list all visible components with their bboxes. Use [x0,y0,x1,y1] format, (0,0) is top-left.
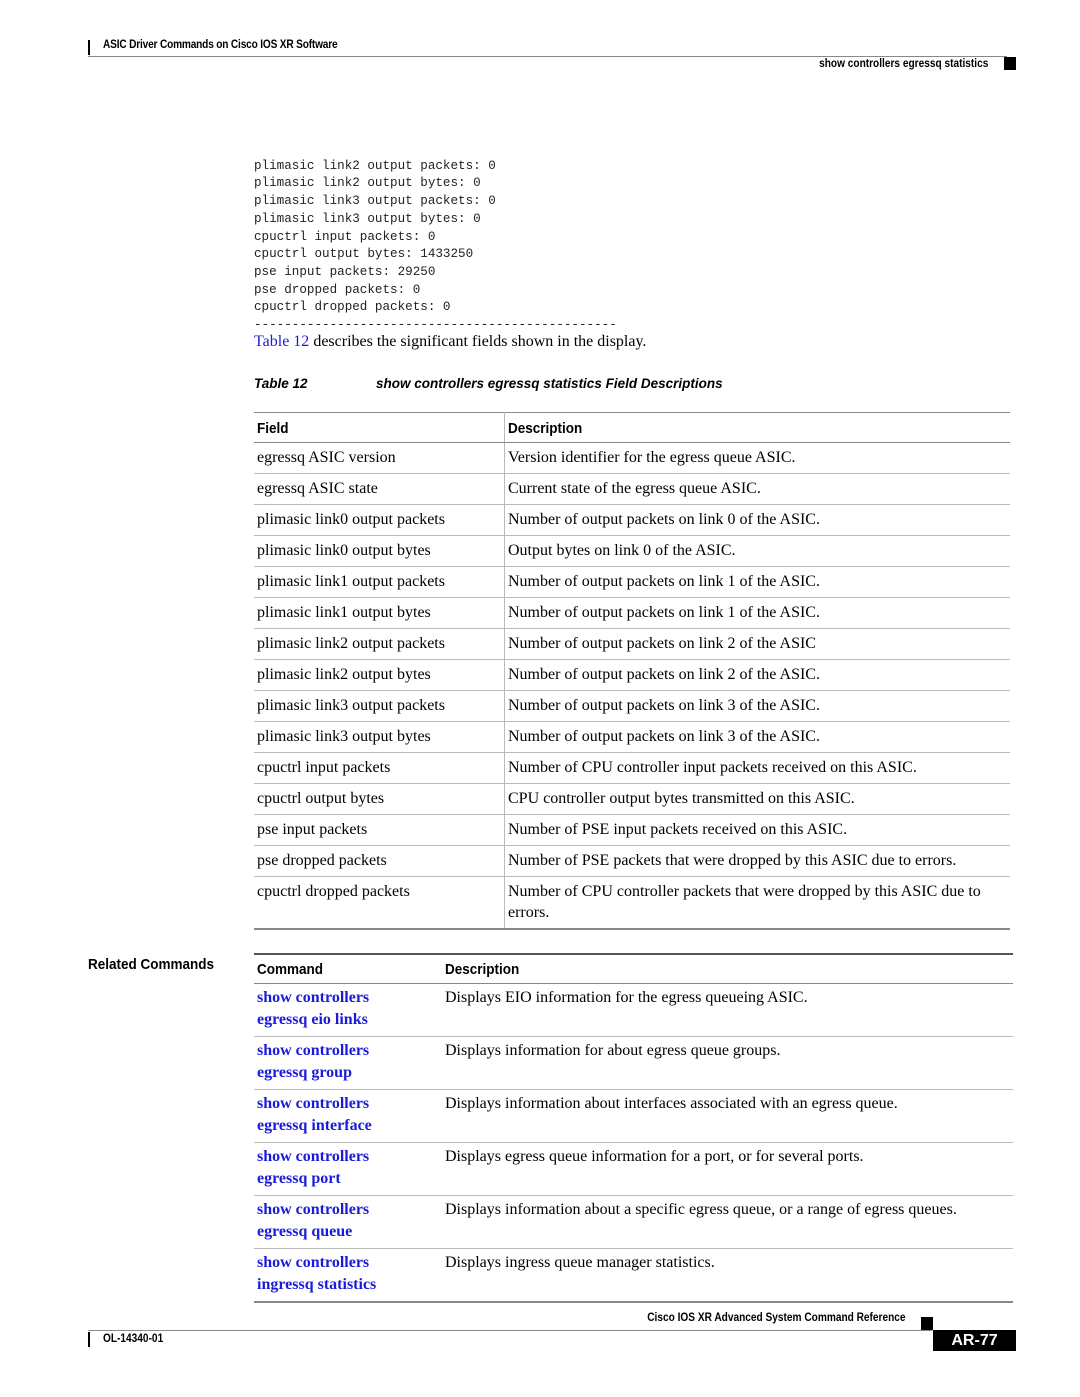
field-cell: plimasic link1 output packets [254,566,505,598]
field-cell: egressq ASIC state [254,473,505,505]
code-line: plimasic link2 output packets: 0 [254,158,496,173]
description-cell: Number of PSE input packets received on … [504,814,1010,846]
description-cell: Number of output packets on link 3 of th… [504,690,1010,722]
command-link-egressq-queue[interactable]: show controllers egressq queue [254,1195,442,1249]
table-row: egressq ASIC version Version identifier f… [254,442,1010,474]
header-rule [88,56,1007,57]
command-description: Displays information about interfaces as… [442,1089,1013,1143]
table-row: plimasic link2 output bytes Number of out… [254,659,1010,691]
table-row: plimasic link2 output packets Number of o… [254,628,1010,660]
command-link-egressq-port[interactable]: show controllers egressq port [254,1142,442,1196]
table-row: plimasic link1 output packets Number of o… [254,566,1010,598]
intro-paragraph: Table 12 describes the significant field… [254,333,646,351]
description-cell: Version identifier for the egress queue … [504,442,1010,474]
command-description: Displays EIO information for the egress … [442,983,1013,1037]
table-caption-title: show controllers egressq statistics Fiel… [376,376,723,391]
table-row: pse dropped packets Number of PSE packets… [254,845,1010,877]
description-cell: Number of output packets on link 1 of th… [504,566,1010,598]
code-line: pse input packets: 29250 [254,264,436,279]
code-line: cpuctrl dropped packets: 0 [254,300,451,315]
column-header-description: Description [442,953,1013,984]
field-cell: pse input packets [254,814,505,846]
field-cell: plimasic link2 output packets [254,628,505,660]
description-cell: Number of PSE packets that were dropped … [504,845,1010,877]
table-12-link[interactable]: Table 12 [254,333,309,350]
field-cell: plimasic link3 output bytes [254,721,505,753]
table-caption-number: Table 12 [254,376,308,391]
table-header-row: Field Description [254,412,1010,443]
code-line: cpuctrl input packets: 0 [254,229,436,244]
field-cell: plimasic link2 output bytes [254,659,505,691]
command-link-ingressq-statistics[interactable]: show controllers ingressq statistics [254,1248,442,1303]
command-description: Displays egress queue information for a … [442,1142,1013,1196]
table-row: plimasic link3 output bytes Number of out… [254,721,1010,753]
table-row: pse input packets Number of PSE input pac… [254,814,1010,846]
intro-text: describes the significant fields shown i… [309,333,647,350]
description-cell: Number of CPU controller input packets r… [504,752,1010,784]
command-description: Displays information for about egress qu… [442,1036,1013,1090]
description-cell: Number of output packets on link 0 of th… [504,504,1010,536]
description-cell: Output bytes on link 0 of the ASIC. [504,535,1010,567]
field-cell: cpuctrl output bytes [254,783,505,815]
related-commands-label: Related Commands [88,956,215,973]
table-row: cpuctrl dropped packets Number of CPU con… [254,876,1010,930]
document-number: OL-14340-01 [103,1333,164,1345]
description-cell: CPU controller output bytes transmitted … [504,783,1010,815]
related-command-row: show controllers egressq queue Displays i… [254,1195,1013,1249]
column-header-field: Field [254,412,505,443]
description-cell: Number of CPU controller packets that we… [504,876,1010,930]
table-row: plimasic link0 output bytes Output bytes … [254,535,1010,567]
column-header-command: Command [254,953,442,984]
table-row: plimasic link3 output packets Number of o… [254,690,1010,722]
command-description: Displays ingress queue manager statistic… [442,1248,1013,1303]
related-commands-table: Command Description show controllers egre… [254,953,1013,1303]
column-header-description: Description [504,412,1010,443]
chapter-title: ASIC Driver Commands on Cisco IOS XR Sof… [103,39,338,51]
book-title: Cisco IOS XR Advanced System Command Ref… [647,1312,906,1324]
code-line: pse dropped packets: 0 [254,282,421,297]
command-description: Displays information about a specific eg… [442,1195,1013,1249]
field-cell: cpuctrl dropped packets [254,876,505,930]
table-row: plimasic link1 output bytes Number of out… [254,597,1010,629]
footer-rule [88,1330,932,1331]
table-row: egressq ASIC state Current state of the e… [254,473,1010,505]
code-line: plimasic link3 output packets: 0 [254,194,496,209]
code-line: cpuctrl output bytes: 1433250 [254,247,474,262]
code-line: plimasic link3 output bytes: 0 [254,211,481,226]
field-cell: cpuctrl input packets [254,752,505,784]
command-output-block: plimasic link2 output packets: 0 plimasic… [254,140,617,352]
field-descriptions-table: Field Description egressq ASIC version Ve… [254,412,1010,930]
command-link-egressq-eio-links[interactable]: show controllers egressq eio links [254,983,442,1037]
field-cell: plimasic link0 output bytes [254,535,505,567]
field-cell: plimasic link0 output packets [254,504,505,536]
description-cell: Current state of the egress queue ASIC. [504,473,1010,505]
table-row: plimasic link0 output packets Number of o… [254,504,1010,536]
related-command-row: show controllers egressq eio links Displa… [254,983,1013,1037]
field-cell: plimasic link1 output bytes [254,597,505,629]
related-command-row: show controllers ingressq statistics Disp… [254,1248,1013,1303]
table-row: cpuctrl input packets Number of CPU contr… [254,752,1010,784]
section-title: show controllers egressq statistics [818,58,988,70]
header-margin-bar [88,40,90,55]
related-command-row: show controllers egressq port Displays eg… [254,1142,1013,1196]
field-cell: pse dropped packets [254,845,505,877]
table-header-row: Command Description [254,953,1013,984]
description-cell: Number of output packets on link 3 of th… [504,721,1010,753]
description-cell: Number of output packets on link 2 of th… [504,628,1010,660]
command-link-egressq-interface[interactable]: show controllers egressq interface [254,1089,442,1143]
footer-square-marker [921,1317,933,1330]
related-command-row: show controllers egressq group Displays i… [254,1036,1013,1090]
related-command-row: show controllers egressq interface Displa… [254,1089,1013,1143]
header-square-marker [1004,57,1016,70]
footer-margin-bar [88,1332,90,1347]
description-cell: Number of output packets on link 2 of th… [504,659,1010,691]
field-cell: egressq ASIC version [254,442,505,474]
command-link-egressq-group[interactable]: show controllers egressq group [254,1036,442,1090]
table-row: cpuctrl output bytes CPU controller outpu… [254,783,1010,815]
description-cell: Number of output packets on link 1 of th… [504,597,1010,629]
table-caption: Table 12 show controllers egressq statist… [254,376,723,391]
page-number-badge: AR-77 [933,1330,1016,1351]
code-line: plimasic link2 output bytes: 0 [254,176,481,191]
field-cell: plimasic link3 output packets [254,690,505,722]
